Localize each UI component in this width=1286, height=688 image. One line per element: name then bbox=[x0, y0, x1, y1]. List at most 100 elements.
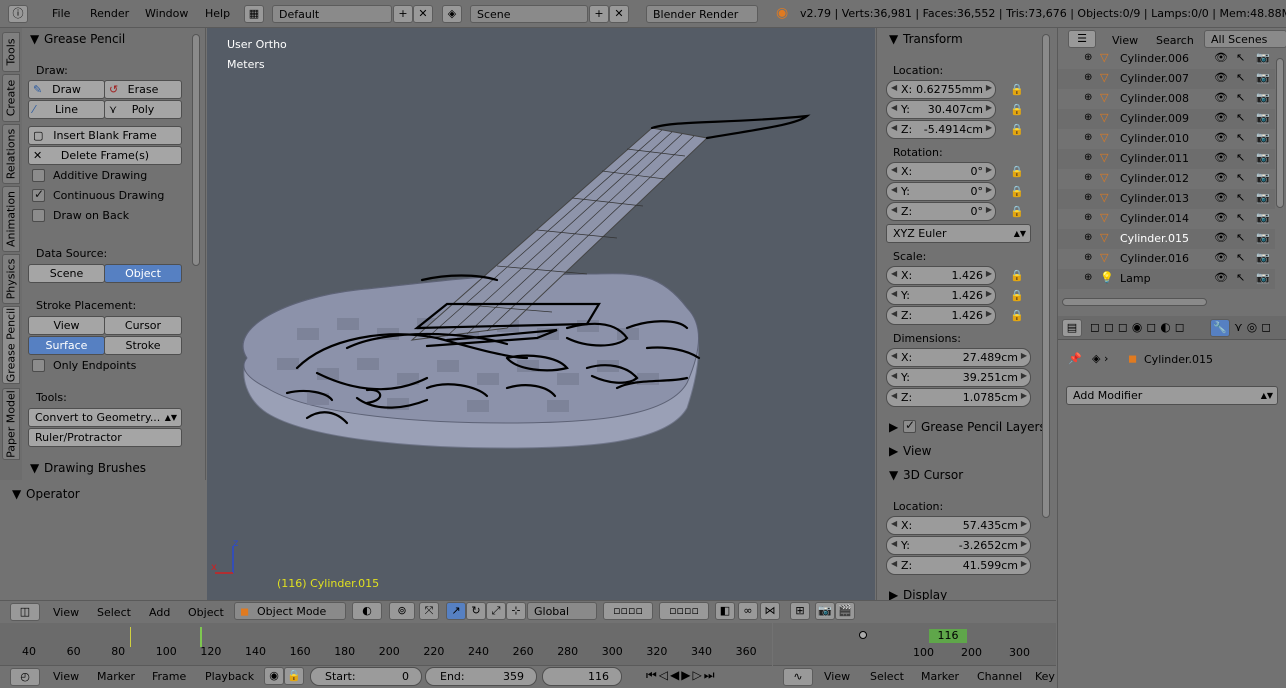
panel-collapse-icon[interactable]: ▼ bbox=[30, 32, 39, 46]
timeline-editor-icon[interactable]: ◴ bbox=[10, 668, 40, 686]
context-tab-icons[interactable]: ◻◻◻◉◻◐◻ bbox=[1090, 320, 1189, 334]
outliner-item[interactable]: ⊕ ▽ Cylinder.015 👁 ↖ 📷 bbox=[1058, 229, 1275, 249]
tab-physics[interactable]: Physics bbox=[2, 254, 20, 304]
continuous-drawing-checkbox[interactable] bbox=[32, 187, 45, 202]
cursor-x-field[interactable]: ◀ X: 57.435cm ▶ bbox=[886, 516, 1031, 535]
outliner-item[interactable]: ⊕ ▽ Cylinder.007 👁 ↖ 📷 bbox=[1058, 69, 1275, 89]
cursor-icon[interactable]: ↖ bbox=[1236, 251, 1245, 264]
outliner-item[interactable]: ⊕ ▽ Cylinder.009 👁 ↖ 📷 bbox=[1058, 109, 1275, 129]
context-tab-icons-more[interactable]: ⋎◎◻ bbox=[1234, 320, 1275, 334]
cursor-y-field[interactable]: ◀ Y: -3.2652cm ▶ bbox=[886, 536, 1031, 555]
outliner-item[interactable]: ⊕ ▽ Cylinder.016 👁 ↖ 📷 bbox=[1058, 249, 1275, 269]
keying-lock-icon[interactable]: 🔒 bbox=[284, 667, 304, 685]
timeline-menu-marker[interactable]: Marker bbox=[97, 670, 135, 683]
proportional-edit-icon[interactable]: ∞ bbox=[738, 602, 758, 620]
outliner-item-label[interactable]: Cylinder.015 bbox=[1120, 232, 1189, 245]
timeline-menu-playback[interactable]: Playback bbox=[205, 670, 254, 683]
rotation-x-field[interactable]: ◀ X: 0° ▶ bbox=[886, 162, 996, 181]
outliner-item-label[interactable]: Cylinder.009 bbox=[1120, 112, 1189, 125]
menu-render[interactable]: Render bbox=[90, 7, 129, 20]
expand-icon[interactable]: ⊕ bbox=[1084, 212, 1092, 223]
expand-icon[interactable]: ⊕ bbox=[1084, 192, 1092, 203]
expand-icon[interactable]: ⊕ bbox=[1084, 92, 1092, 103]
current-frame-field[interactable]: 116 bbox=[542, 667, 622, 686]
eye-icon[interactable]: 👁 bbox=[1214, 211, 1228, 224]
graph-menu-key[interactable]: Key bbox=[1035, 670, 1055, 683]
placement-view-button[interactable]: View bbox=[28, 316, 105, 335]
additive-drawing-checkbox[interactable] bbox=[32, 169, 45, 182]
eye-icon[interactable]: 👁 bbox=[1214, 251, 1228, 264]
outliner-item-label[interactable]: Lamp bbox=[1120, 272, 1151, 285]
outliner-item[interactable]: ⊕ ▽ Cylinder.010 👁 ↖ 📷 bbox=[1058, 129, 1275, 149]
properties-editor-icon[interactable]: ▤ bbox=[1062, 319, 1082, 337]
placement-stroke-button[interactable]: Stroke bbox=[104, 336, 182, 355]
transform-orientation-select[interactable]: Global bbox=[527, 602, 597, 620]
scale-z-field[interactable]: ◀ Z: 1.426 ▶ bbox=[886, 306, 996, 325]
cursor-icon[interactable]: ↖ bbox=[1236, 151, 1245, 164]
outliner-hscrollbar[interactable] bbox=[1062, 298, 1207, 306]
camera-icon[interactable]: 📷 bbox=[1256, 251, 1270, 264]
placement-surface-button[interactable]: Surface bbox=[28, 336, 105, 355]
eye-icon[interactable]: 👁 bbox=[1214, 271, 1228, 284]
cursor-icon[interactable]: ↖ bbox=[1236, 131, 1245, 144]
record-icon[interactable]: ◉ bbox=[264, 667, 284, 685]
render-icon[interactable]: 📷 bbox=[815, 602, 835, 620]
rotation-y-field[interactable]: ◀ Y: 0° ▶ bbox=[886, 182, 996, 201]
outliner-item-label[interactable]: Cylinder.011 bbox=[1120, 152, 1189, 165]
scale-y-field[interactable]: ◀ Y: 1.426 ▶ bbox=[886, 286, 996, 305]
data-source-object-button[interactable]: Object bbox=[104, 264, 182, 283]
scene-layers-icon[interactable]: ▫▫▫▫ bbox=[603, 602, 653, 620]
camera-icon[interactable]: 📷 bbox=[1256, 91, 1270, 104]
insert-blank-frame-button[interactable]: ▢ Insert Blank Frame bbox=[28, 126, 182, 145]
ruler-protractor-button[interactable]: Ruler/Protractor bbox=[28, 428, 182, 447]
translate-manipulator-icon[interactable]: ↗ bbox=[446, 602, 466, 620]
scene-field[interactable]: Scene bbox=[470, 5, 588, 23]
cursor-icon[interactable]: ↖ bbox=[1236, 51, 1245, 64]
tab-tools[interactable]: Tools bbox=[2, 32, 20, 72]
cursor-icon[interactable]: ↖ bbox=[1236, 91, 1245, 104]
add-scene-icon[interactable]: + bbox=[589, 5, 609, 23]
drawing-brushes-title[interactable]: Drawing Brushes bbox=[44, 461, 146, 475]
delete-frames-button[interactable]: ✕ Delete Frame(s) bbox=[28, 146, 182, 165]
scene-layers-2-icon[interactable]: ▫▫▫▫ bbox=[659, 602, 709, 620]
outliner-item-label[interactable]: Cylinder.012 bbox=[1120, 172, 1189, 185]
snap-icon[interactable]: ⋈ bbox=[760, 602, 780, 620]
camera-icon[interactable]: 📷 bbox=[1256, 151, 1270, 164]
npanel-scrollbar[interactable] bbox=[1042, 34, 1050, 518]
expand-icon[interactable]: ⊕ bbox=[1084, 272, 1092, 283]
manipulator-icon[interactable]: ⤧ bbox=[419, 602, 439, 620]
gp-layers-title[interactable]: Grease Pencil Layers bbox=[921, 420, 1046, 434]
scene-icon[interactable]: ◈ bbox=[442, 5, 462, 23]
info-editor-icon[interactable]: ⓘ bbox=[8, 5, 28, 23]
tab-grease-pencil[interactable]: Grease Pencil bbox=[2, 306, 20, 384]
outliner-view-menu[interactable]: View bbox=[1112, 34, 1138, 47]
only-endpoints-checkbox[interactable] bbox=[32, 359, 45, 372]
draw-on-back-checkbox[interactable] bbox=[32, 209, 45, 222]
pin-icon[interactable]: 📌 bbox=[1068, 352, 1082, 365]
outliner-item[interactable]: ⊕ ▽ Cylinder.006 👁 ↖ 📷 bbox=[1058, 49, 1275, 69]
view3d-menu-view[interactable]: View bbox=[53, 606, 79, 619]
expand-icon[interactable]: ⊕ bbox=[1084, 252, 1092, 263]
outliner-item[interactable]: ⊕ ▽ Cylinder.008 👁 ↖ 📷 bbox=[1058, 89, 1275, 109]
graph-menu-select[interactable]: Select bbox=[870, 670, 904, 683]
camera-icon[interactable]: 📷 bbox=[1256, 171, 1270, 184]
cursor-icon[interactable]: ↖ bbox=[1236, 191, 1245, 204]
eye-icon[interactable]: 👁 bbox=[1214, 111, 1228, 124]
outliner-item[interactable]: ⊕ ▽ Cylinder.012 👁 ↖ 📷 bbox=[1058, 169, 1275, 189]
expand-icon[interactable]: ⊕ bbox=[1084, 232, 1092, 243]
screen-layout-icon[interactable]: ▦ bbox=[244, 5, 264, 23]
location-z-field[interactable]: ◀ Z: -5.4914cm ▶ bbox=[886, 120, 996, 139]
menu-file[interactable]: File bbox=[52, 7, 70, 20]
scale-manipulator-icon[interactable]: ⤢ bbox=[486, 602, 506, 620]
outliner-item-label[interactable]: Cylinder.007 bbox=[1120, 72, 1189, 85]
location-y-field[interactable]: ◀ Y: 30.407cm ▶ bbox=[886, 100, 996, 119]
expand-icon[interactable]: ⊕ bbox=[1084, 52, 1092, 63]
view-panel-title[interactable]: View bbox=[903, 444, 931, 458]
view3d-menu-add[interactable]: Add bbox=[149, 606, 170, 619]
outliner-item-label[interactable]: Cylinder.006 bbox=[1120, 52, 1189, 65]
view3d-menu-object[interactable]: Object bbox=[188, 606, 224, 619]
graph-handle[interactable] bbox=[859, 631, 867, 639]
cursor-icon[interactable]: ↖ bbox=[1236, 271, 1245, 284]
draw-button[interactable]: ✎ Draw bbox=[28, 80, 105, 99]
outliner-item-label[interactable]: Cylinder.010 bbox=[1120, 132, 1189, 145]
